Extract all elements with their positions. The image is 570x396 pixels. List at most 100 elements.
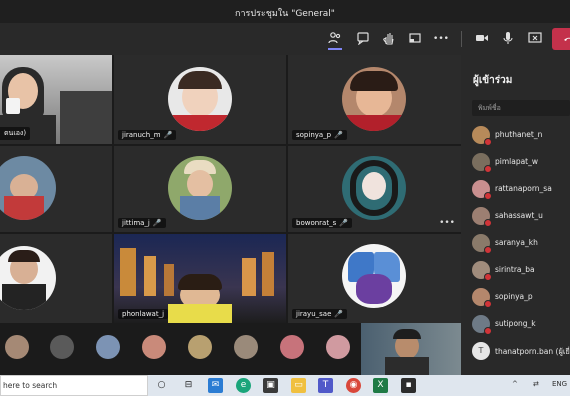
avatar [342, 156, 406, 220]
participant-list-item[interactable]: saranya_kh [472, 233, 570, 254]
participant-tile[interactable] [0, 146, 112, 232]
status-dot [484, 138, 492, 146]
mini-avatar[interactable] [326, 335, 350, 359]
avatar [0, 156, 56, 220]
participant-tile[interactable]: jirayu_sae 🎤 [288, 234, 461, 323]
share-tray-icon[interactable] [407, 31, 423, 47]
avatar [0, 246, 56, 310]
camera-icon[interactable] [474, 31, 490, 47]
panel-title: ผู้เข้าร่วม [473, 75, 513, 86]
status-dot [484, 192, 492, 200]
language-indicator[interactable]: ENG [552, 380, 567, 388]
avatar [342, 67, 406, 131]
participant-list-item[interactable]: pimlapat_w [472, 152, 570, 173]
participant-name: sutipong_k [495, 319, 536, 328]
status-dot [484, 327, 492, 335]
task-view-icon[interactable]: ⊟ [181, 378, 196, 393]
mic-off-icon: 🎤 [334, 131, 343, 139]
more-icon[interactable]: ••• [433, 31, 449, 47]
participant-name: phuthanet_n [495, 130, 543, 139]
participant-tile[interactable] [0, 234, 112, 323]
participant-name-chip: jirayu_sae 🎤 [292, 309, 348, 319]
participant-name-chip: jiranuch_m 🎤 [118, 130, 177, 140]
status-dot [484, 246, 492, 254]
participants-panel: ผู้เข้าร่วม พิมพ์ชื่อ phuthanet_n pimlap… [461, 55, 570, 375]
participant-name: jittima_j [122, 219, 150, 227]
participant-video[interactable]: phonlawat_j [114, 234, 286, 323]
mini-avatar[interactable] [234, 335, 258, 359]
participant-name-chip: sopinya_p 🎤 [292, 130, 347, 140]
tile-more-icon[interactable]: ••• [439, 218, 455, 228]
mini-avatar[interactable] [50, 335, 74, 359]
participant-name: jiranuch_m [122, 131, 161, 139]
participants-icon[interactable] [327, 31, 343, 50]
participant-name-chip: bowonrat_s 🎤 [292, 218, 352, 228]
participant-name: sirintra_ba [495, 265, 535, 274]
participant-tile[interactable]: ตนเอง) [0, 55, 112, 144]
mini-avatar[interactable] [5, 335, 29, 359]
avatar-initial: T [472, 342, 490, 360]
participant-search-input[interactable]: พิมพ์ชื่อ [472, 100, 570, 116]
participant-name-chip: jittima_j 🎤 [118, 218, 166, 228]
participant-name: sahassawt_u [495, 211, 543, 220]
share-screen-icon[interactable] [527, 31, 543, 47]
mic-off-icon: 🎤 [334, 310, 344, 318]
tray-chevron-icon[interactable]: ^ [512, 380, 518, 388]
excel-icon[interactable]: X [373, 378, 388, 393]
participant-list-item[interactable]: rattanaporn_sa [472, 179, 570, 200]
participant-list-item[interactable]: phuthanet_n [472, 125, 570, 146]
participant-name: rattanaporn_sa [495, 184, 552, 193]
participant-name: sopinya_p [495, 292, 533, 301]
participant-tile[interactable]: bowonrat_s 🎤 ••• [288, 146, 461, 232]
mail-icon[interactable]: ✉ [208, 378, 223, 393]
taskbar-search-input[interactable]: here to search [0, 375, 148, 396]
hang-up-button[interactable] [552, 28, 570, 50]
mic-off-icon: 🎤 [152, 219, 162, 227]
mini-avatar[interactable] [142, 335, 166, 359]
store-icon[interactable]: ▣ [263, 378, 278, 393]
teams-icon[interactable]: T [318, 378, 333, 393]
participant-list-item[interactable]: sirintra_ba [472, 260, 570, 281]
avatar [342, 244, 406, 308]
participant-name: ตนเอง) [0, 127, 31, 140]
status-dot [484, 300, 492, 308]
chat-icon[interactable] [355, 31, 371, 47]
status-dot [484, 219, 492, 227]
network-icon[interactable]: ⇄ [533, 380, 539, 388]
mini-avatar[interactable] [188, 335, 212, 359]
participant-tile[interactable]: jittima_j 🎤 [114, 146, 286, 232]
participant-name: thanatporn.ban (ผู้เยี่ยม [495, 347, 570, 356]
participant-list-item[interactable]: sopinya_p [472, 287, 570, 308]
status-dot [484, 165, 492, 173]
mic-off-icon: 🎤 [163, 131, 173, 139]
mini-avatar[interactable] [96, 335, 120, 359]
self-video[interactable] [361, 323, 461, 375]
participant-name: pimlapat_w [495, 157, 539, 166]
participant-name: jirayu_sae [296, 310, 332, 318]
participant-tile[interactable]: sopinya_p 🎤 [288, 55, 461, 144]
participant-name: phonlawat_j [118, 309, 169, 319]
avatar [168, 156, 232, 220]
participant-name: sopinya_p [296, 131, 332, 139]
window-title: การประชุมใน "General" [235, 9, 335, 19]
participant-list-item[interactable]: sutipong_k [472, 314, 570, 335]
window-titlebar: การประชุมใน "General" [0, 0, 570, 23]
video-grid: ตนเอง) jiranuch_m🎤 sopinya_p🎤 jittima_ [0, 55, 461, 323]
raise-hand-icon[interactable] [381, 31, 397, 47]
status-dot [484, 273, 492, 281]
participant-name: bowonrat_s [296, 219, 337, 227]
avatar [168, 67, 232, 131]
participant-tile[interactable]: jiranuch_m 🎤 [114, 55, 286, 144]
cortana-icon[interactable]: ○ [154, 378, 169, 393]
camera-app-icon[interactable]: ▪ [401, 378, 416, 393]
participant-list-item[interactable]: T thanatporn.ban (ผู้เยี่ยม [472, 341, 570, 361]
participant-list-item[interactable]: sahassawt_u [472, 206, 570, 227]
chrome-icon[interactable]: ◉ [346, 378, 361, 393]
file-explorer-icon[interactable]: ▭ [291, 378, 306, 393]
mic-off-icon: 🎤 [339, 219, 348, 227]
taskbar: here to search ○ ⊟ ✉ e ▣ ▭ T ◉ X ▪ ^ ⇄ E… [0, 375, 570, 396]
mic-icon[interactable] [500, 31, 516, 47]
edge-icon[interactable]: e [236, 378, 251, 393]
mini-avatar[interactable] [280, 335, 304, 359]
meeting-toolbar: ••• [0, 23, 570, 55]
